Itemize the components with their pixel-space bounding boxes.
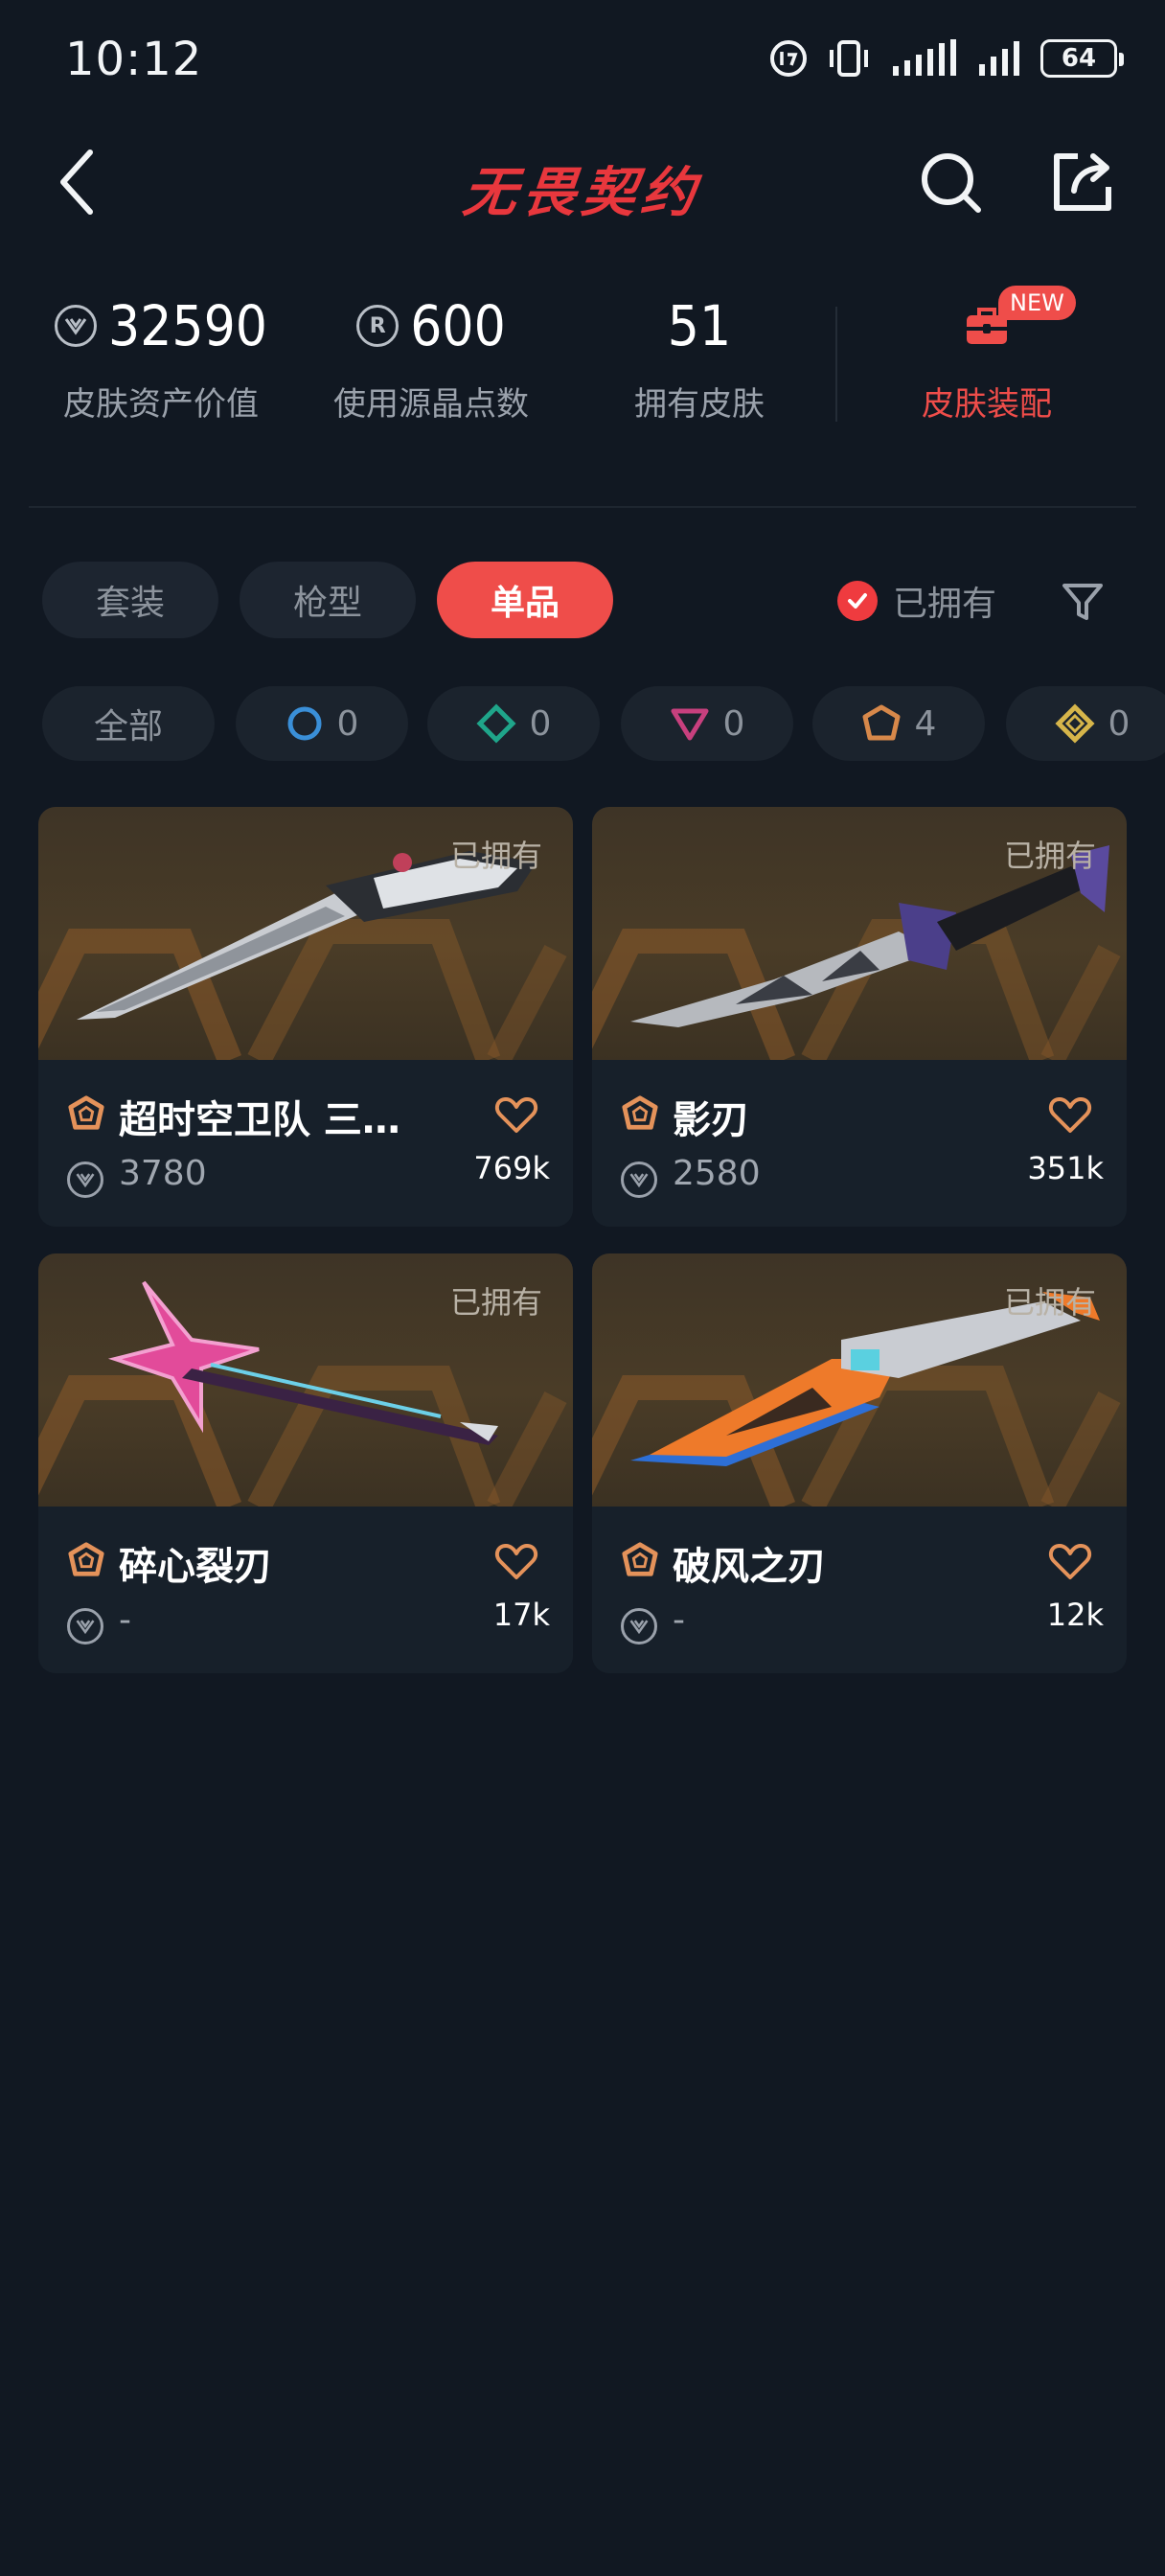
chip-all-label: 全部 (93, 707, 163, 747)
heart-icon[interactable] (494, 1094, 538, 1135)
skin-image: 已拥有 (592, 807, 1127, 1060)
valorant-points-icon (55, 305, 98, 347)
asset-value-label: 皮肤资产价值 (63, 385, 259, 424)
valorant-points-icon (621, 1162, 657, 1198)
header: 无畏契约 (0, 134, 1165, 230)
like-count: 17k (492, 1597, 550, 1633)
deluxe-tier-icon (476, 703, 516, 744)
exclusive-tier-icon (68, 1095, 104, 1130)
skin-image: 已拥有 (38, 1254, 573, 1506)
skin-card[interactable]: 已拥有 破风之刃 - 12k (592, 1254, 1127, 1673)
tab-weapon-type[interactable]: 枪型 (240, 562, 416, 638)
chip-count: 0 (1108, 703, 1131, 744)
chip-exclusive-tier[interactable]: 4 (812, 686, 985, 761)
exclusive-tier-icon (622, 1095, 658, 1130)
owned-tag: 已拥有 (449, 1284, 542, 1321)
new-badge: NEW (998, 286, 1076, 320)
tab-single-items[interactable]: 单品 (437, 562, 613, 638)
like-count: 769k (473, 1150, 550, 1186)
status-time: 10:12 (65, 33, 203, 86)
ultra-tier-icon (1055, 703, 1095, 744)
vibrate-icon (830, 40, 868, 77)
owned-filter-label: 已拥有 (893, 585, 997, 624)
wardrobe-label: 皮肤装配 (922, 385, 1052, 424)
skin-price: - (119, 1600, 131, 1640)
skin-price: 2580 (673, 1154, 761, 1193)
alarm-icon (770, 40, 807, 77)
heart-icon[interactable] (1048, 1094, 1092, 1135)
rarity-filter-chips: 全部 0 0 0 4 0 (42, 686, 1165, 761)
filter-button[interactable] (1054, 573, 1111, 631)
status-icons: 64 (768, 34, 1124, 82)
skin-image: 已拥有 (38, 807, 573, 1060)
skin-info: 影刃 2580 351k (592, 1060, 1127, 1227)
tab-bundles[interactable]: 套装 (42, 562, 218, 638)
stat-radianite: R 600 使用源晶点数 (307, 288, 556, 425)
search-icon (922, 153, 981, 213)
chip-ultra-tier[interactable]: 0 (1006, 686, 1165, 761)
share-button[interactable] (1042, 142, 1123, 222)
status-bar: 10:12 64 (0, 0, 1165, 125)
checkbox-checked-icon[interactable] (837, 581, 878, 621)
premium-tier-icon (671, 708, 709, 741)
skin-card[interactable]: 已拥有 超时空卫队 三… 3780 769k (38, 807, 573, 1227)
chip-count: 0 (722, 703, 745, 744)
heart-icon[interactable] (1048, 1541, 1092, 1581)
share-icon (1054, 153, 1111, 211)
skin-name: 超时空卫队 三… (119, 1098, 400, 1142)
wardrobe-button[interactable]: 皮肤装配 NEW (862, 286, 1111, 425)
chip-all[interactable]: 全部 (42, 686, 215, 761)
search-button[interactable] (910, 142, 991, 222)
chip-deluxe-tier[interactable]: 0 (427, 686, 600, 761)
owned-tag: 已拥有 (1003, 1284, 1096, 1321)
owned-count: 51 (667, 293, 732, 358)
asset-value: 32590 (108, 293, 267, 358)
stat-owned: 51 拥有皮肤 (575, 288, 824, 425)
stats-divider (835, 307, 837, 422)
valorant-points-icon (67, 1162, 103, 1198)
chip-count: 0 (336, 703, 359, 744)
stats-panel: 32590 皮肤资产价值 R 600 使用源晶点数 51 拥有皮肤 皮肤装配 N… (0, 286, 1165, 450)
filter-icon (1062, 584, 1103, 620)
exclusive-tier-icon (68, 1542, 104, 1576)
radianite-value: 600 (410, 293, 506, 358)
valorant-points-icon (621, 1608, 657, 1644)
skin-image: 已拥有 (592, 1254, 1127, 1506)
battery-level: 64 (1061, 44, 1097, 73)
chip-premium-tier[interactable]: 0 (621, 686, 793, 761)
owned-label: 拥有皮肤 (634, 385, 765, 424)
signal-icon-2 (979, 41, 1019, 76)
skin-card[interactable]: 已拥有 碎心裂刃 - 17k (38, 1254, 573, 1673)
skin-name: 碎心裂刃 (119, 1545, 272, 1589)
category-tabs: 套装 枪型 单品 (42, 562, 613, 638)
skin-card[interactable]: 已拥有 影刃 2580 351k (592, 807, 1127, 1227)
skin-price: - (673, 1600, 685, 1640)
owned-tag: 已拥有 (1003, 838, 1096, 874)
like-count: 351k (1027, 1150, 1104, 1186)
like-count: 12k (1046, 1597, 1104, 1633)
section-divider (29, 506, 1136, 508)
exclusive-tier-icon (622, 1542, 658, 1576)
skin-info: 碎心裂刃 - 17k (38, 1506, 573, 1673)
skin-name: 影刃 (673, 1098, 749, 1142)
stat-asset-value: 32590 皮肤资产价值 (36, 288, 286, 425)
radianite-icon: R (356, 305, 400, 347)
skin-info: 破风之刃 - 12k (592, 1506, 1127, 1673)
exclusive-tier-icon (862, 704, 901, 741)
heart-icon[interactable] (494, 1541, 538, 1581)
skin-name: 破风之刃 (673, 1545, 826, 1589)
signal-icon-1 (893, 39, 956, 76)
skin-price: 3780 (119, 1154, 207, 1193)
skin-info: 超时空卫队 三… 3780 769k (38, 1060, 573, 1227)
radianite-label: 使用源晶点数 (333, 385, 529, 424)
chip-count: 0 (529, 703, 552, 744)
select-tier-icon (287, 706, 322, 741)
chip-count: 4 (914, 703, 937, 744)
valorant-points-icon (67, 1608, 103, 1644)
owned-tag: 已拥有 (449, 838, 542, 874)
battery-icon: 64 (1040, 39, 1124, 78)
owned-filter-toggle[interactable]: 已拥有 (837, 577, 996, 625)
chip-select-tier[interactable]: 0 (236, 686, 408, 761)
